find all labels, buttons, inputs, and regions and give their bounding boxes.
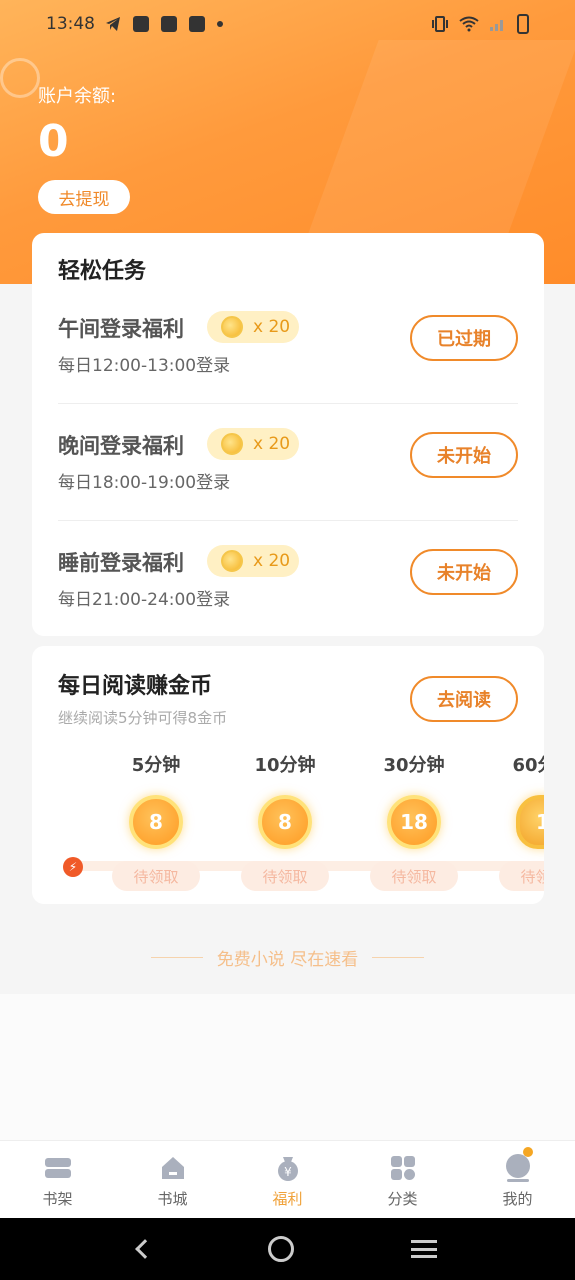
system-navigation-bar xyxy=(0,1218,575,1280)
tab-welfare[interactable]: ¥ 福利 xyxy=(230,1141,345,1218)
telegram-icon xyxy=(106,17,120,31)
welfare-icon: ¥ xyxy=(277,1157,298,1181)
reward-amount: x 20 xyxy=(253,317,291,337)
tab-label: 我的 xyxy=(502,1190,533,1208)
coin-icon xyxy=(221,316,243,338)
back-icon[interactable] xyxy=(135,1239,156,1259)
reward-amount: x 20 xyxy=(253,551,291,571)
menu-icon[interactable] xyxy=(410,1240,437,1258)
status-time: 13:48 xyxy=(46,14,95,34)
task-name: 午间登录福利 xyxy=(58,317,184,341)
task-name: 睡前登录福利 xyxy=(58,551,184,575)
claim-status-button[interactable]: 待领取 xyxy=(370,861,458,891)
shopping-bag-icon xyxy=(189,16,205,32)
task-item: 午间登录福利 x 20 每日12:00-13:00登录 已过期 xyxy=(58,311,518,430)
shopping-bag-icon xyxy=(161,16,177,32)
signal-icon xyxy=(490,20,503,31)
tab-label: 分类 xyxy=(387,1190,418,1208)
tab-label: 书城 xyxy=(157,1190,188,1208)
easy-tasks-card: 轻松任务 午间登录福利 x 20 每日12:00-13:00登录 已过期 晚间登… xyxy=(32,233,544,636)
task-name: 晚间登录福利 xyxy=(58,434,184,458)
task-description: 每日12:00-13:00登录 xyxy=(58,356,231,376)
claim-status-button[interactable]: 待领取 xyxy=(112,861,200,891)
reading-milestone: 10分钟 8 待领取 xyxy=(240,751,330,891)
svg-text:¥: ¥ xyxy=(284,1165,292,1179)
notification-dot xyxy=(523,1147,533,1157)
wifi-icon xyxy=(459,16,479,32)
daily-reading-card: 每日阅读赚金币 继续阅读5分钟可得8金币 去阅读 ⚡ 5分钟 8 待领取 10分… xyxy=(32,646,544,904)
coin-icon: 18 xyxy=(387,795,441,849)
milestone-time: 10分钟 xyxy=(254,755,316,776)
tasks-title: 轻松任务 xyxy=(58,259,147,284)
task-description: 每日21:00-24:00登录 xyxy=(58,590,231,610)
category-icon xyxy=(390,1156,415,1180)
task-description: 每日18:00-19:00登录 xyxy=(58,473,231,493)
task-item: 晚间登录福利 x 20 每日18:00-19:00登录 未开始 xyxy=(58,428,518,547)
tab-category[interactable]: 分类 xyxy=(345,1141,460,1218)
tab-label: 书架 xyxy=(42,1190,73,1208)
divider xyxy=(58,403,518,404)
withdraw-button[interactable]: 去提现 xyxy=(38,180,130,214)
balance-value: 0 xyxy=(38,116,69,167)
divider xyxy=(58,520,518,521)
coin-icon: 8 xyxy=(129,795,183,849)
coin-icon xyxy=(221,550,243,572)
claim-status-button[interactable]: 待领取 xyxy=(499,861,544,891)
reading-subtitle: 继续阅读5分钟可得8金币 xyxy=(58,709,228,727)
lightning-icon: ⚡ xyxy=(63,857,83,877)
alert-notification-icon xyxy=(133,16,149,32)
task-action-button[interactable]: 已过期 xyxy=(410,315,518,361)
coin-icon xyxy=(221,433,243,455)
lightning-logo-icon xyxy=(0,58,40,98)
battery-icon xyxy=(517,14,529,34)
tab-label: 福利 xyxy=(272,1190,303,1208)
go-read-button[interactable]: 去阅读 xyxy=(410,676,518,722)
coin-reward-badge: x 20 xyxy=(207,428,299,460)
coin-bag-icon: 1 xyxy=(516,795,544,849)
profile-icon xyxy=(505,1154,530,1182)
reward-amount: x 20 xyxy=(253,434,291,454)
coin-reward-badge: x 20 xyxy=(207,311,299,343)
slogan-text: 免费小说 尽在速看 xyxy=(216,950,359,970)
reading-title: 每日阅读赚金币 xyxy=(58,674,213,699)
tab-bookstore[interactable]: 书城 xyxy=(115,1141,230,1218)
balance-label: 账户余额: xyxy=(38,86,117,107)
more-notifications-icon xyxy=(217,21,223,27)
slogan-divider xyxy=(150,957,203,958)
vibrate-icon xyxy=(432,16,448,32)
claim-status-button[interactable]: 待领取 xyxy=(241,861,329,891)
footer-slogan: 免费小说 尽在速看 xyxy=(0,945,575,970)
coin-reward-badge: x 20 xyxy=(207,545,299,577)
milestone-time: 30分钟 xyxy=(383,755,445,776)
home-icon[interactable] xyxy=(268,1236,295,1262)
tab-profile[interactable]: 我的 xyxy=(460,1141,575,1218)
bottom-tab-bar: 书架 书城 ¥ 福利 分类 我的 xyxy=(0,1140,575,1218)
task-action-button[interactable]: 未开始 xyxy=(410,549,518,595)
reading-milestone: 5分钟 8 待领取 xyxy=(111,751,201,891)
slogan-divider xyxy=(372,957,425,958)
tab-bookshelf[interactable]: 书架 xyxy=(0,1141,115,1218)
milestone-time: 5分钟 xyxy=(131,755,181,776)
coin-icon: 8 xyxy=(258,795,312,849)
task-action-button[interactable]: 未开始 xyxy=(410,432,518,478)
milestone-time: 60分钟 xyxy=(512,755,544,776)
bookstore-icon xyxy=(161,1157,184,1179)
bookshelf-icon xyxy=(44,1158,71,1178)
reading-milestone: 30分钟 18 待领取 xyxy=(369,751,459,891)
status-bar: 13:48 xyxy=(0,0,575,48)
blank-area xyxy=(0,994,575,1140)
reading-milestone: 60分钟 1 待领取 xyxy=(498,751,544,891)
